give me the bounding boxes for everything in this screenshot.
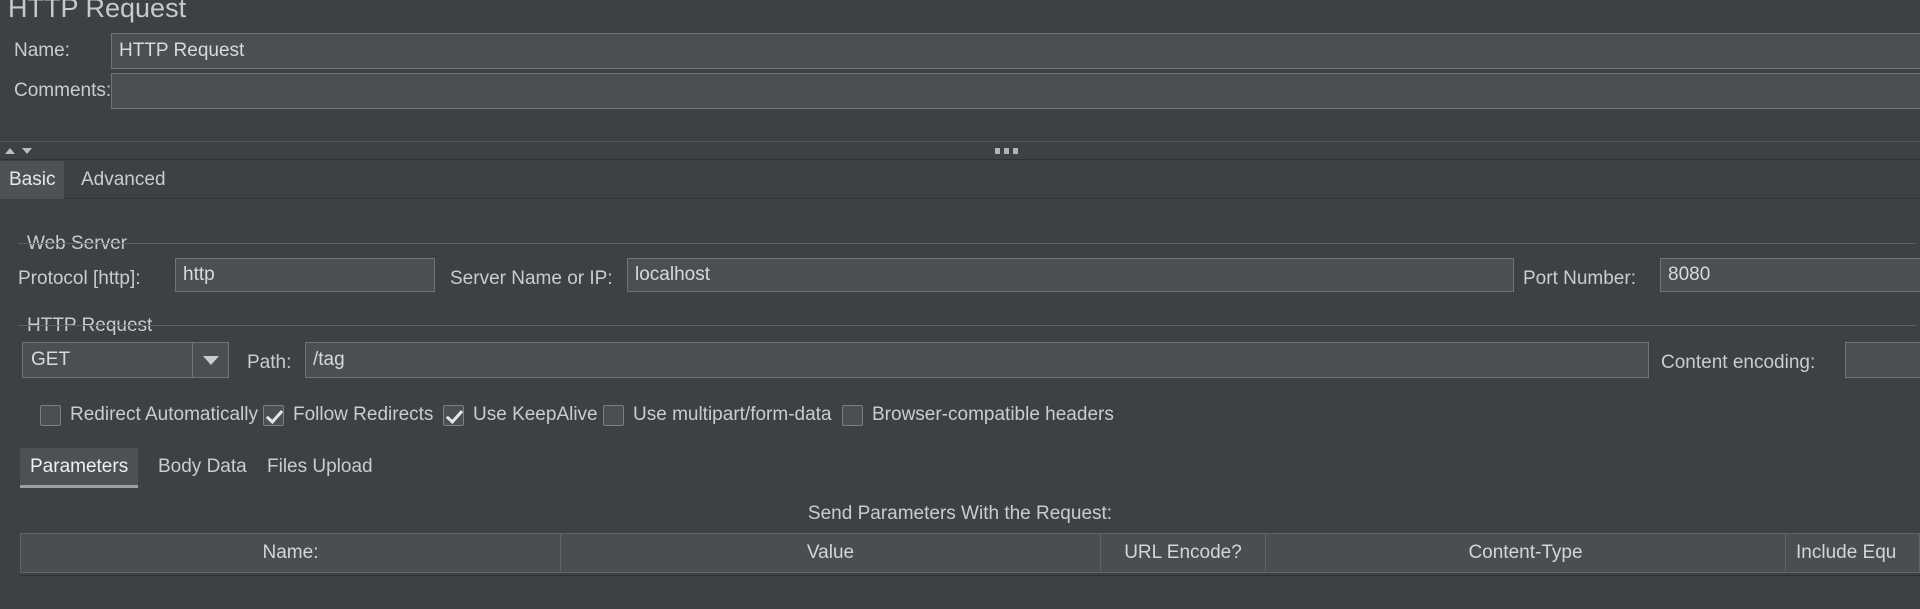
parameters-tab-bar: Parameters Body Data Files Upload: [0, 448, 1920, 488]
server-name-input[interactable]: [627, 258, 1514, 292]
collapse-up-icon[interactable]: [5, 148, 15, 154]
name-input[interactable]: [111, 33, 1920, 69]
page-title: HTTP Request: [8, 0, 187, 23]
protocol-input[interactable]: [175, 258, 435, 292]
checkbox-browser-compatible-headers[interactable]: Browser-compatible headers: [842, 400, 1114, 430]
chevron-down-icon[interactable]: [192, 343, 228, 377]
column-header-content-type[interactable]: Content-Type: [1266, 534, 1786, 572]
tab-basic[interactable]: Basic: [0, 161, 65, 199]
parameters-table-header: Name: Value URL Encode? Content-Type Inc…: [20, 533, 1920, 573]
tab-advanced[interactable]: Advanced: [72, 161, 175, 199]
checkbox-box-icon[interactable]: [603, 404, 624, 426]
column-header-value[interactable]: Value: [561, 534, 1101, 572]
checkbox-box-icon[interactable]: [842, 404, 863, 426]
checkbox-use-multipart-form-data[interactable]: Use multipart/form-data: [603, 400, 832, 430]
tab-body-data[interactable]: Body Data: [148, 448, 257, 488]
splitter-bar[interactable]: [0, 141, 1920, 160]
comments-row: Comments:: [0, 73, 1920, 109]
checkbox-label: Follow Redirects: [293, 404, 434, 425]
tab-parameters[interactable]: Parameters: [20, 448, 139, 488]
path-input[interactable]: [305, 342, 1649, 378]
http-method-combo[interactable]: GET: [22, 342, 229, 378]
column-header-url-encode[interactable]: URL Encode?: [1101, 534, 1266, 572]
http-method-value: GET: [31, 349, 71, 370]
name-label: Name:: [14, 40, 70, 61]
checkbox-label: Browser-compatible headers: [872, 404, 1114, 425]
collapse-down-icon[interactable]: [22, 148, 32, 154]
request-options-row: Redirect Automatically Follow Redirects …: [0, 400, 1920, 430]
port-number-label: Port Number:: [1523, 268, 1636, 289]
web-server-group-title: Web Server: [22, 233, 132, 255]
checkbox-label: Use KeepAlive: [473, 404, 598, 425]
checkbox-box-icon[interactable]: [40, 404, 61, 426]
column-header-include-equals[interactable]: Include Equ: [1786, 534, 1920, 572]
top-tab-bar: Basic Advanced: [0, 161, 1920, 199]
checkbox-label: Redirect Automatically: [70, 404, 258, 425]
port-number-input[interactable]: [1660, 258, 1920, 292]
path-label: Path:: [247, 352, 292, 373]
tab-files-upload[interactable]: Files Upload: [257, 448, 383, 488]
column-header-name[interactable]: Name:: [21, 534, 561, 572]
http-request-group-line: [18, 325, 1916, 326]
content-encoding-label: Content encoding:: [1661, 352, 1816, 373]
checkbox-follow-redirects[interactable]: Follow Redirects: [263, 400, 433, 430]
http-request-group-title: HTTP Request: [22, 315, 158, 337]
content-encoding-input[interactable]: [1845, 342, 1920, 378]
name-row: Name:: [0, 33, 1920, 69]
comments-input[interactable]: [111, 73, 1920, 109]
parameters-table-caption: Send Parameters With the Request:: [807, 503, 1113, 524]
checkbox-use-keepalive[interactable]: Use KeepAlive: [443, 400, 598, 430]
parameters-table-body: [20, 573, 1920, 576]
checkbox-box-checked-icon[interactable]: [443, 404, 464, 426]
web-server-group-line: [18, 243, 1916, 244]
splitter-grip-icon[interactable]: [995, 148, 1018, 154]
server-name-label: Server Name or IP:: [450, 268, 613, 289]
checkbox-redirect-automatically[interactable]: Redirect Automatically: [40, 400, 258, 430]
comments-label: Comments:: [14, 80, 112, 101]
checkbox-box-checked-icon[interactable]: [263, 404, 284, 426]
checkbox-label: Use multipart/form-data: [633, 404, 832, 425]
protocol-label: Protocol [http]:: [18, 268, 141, 289]
